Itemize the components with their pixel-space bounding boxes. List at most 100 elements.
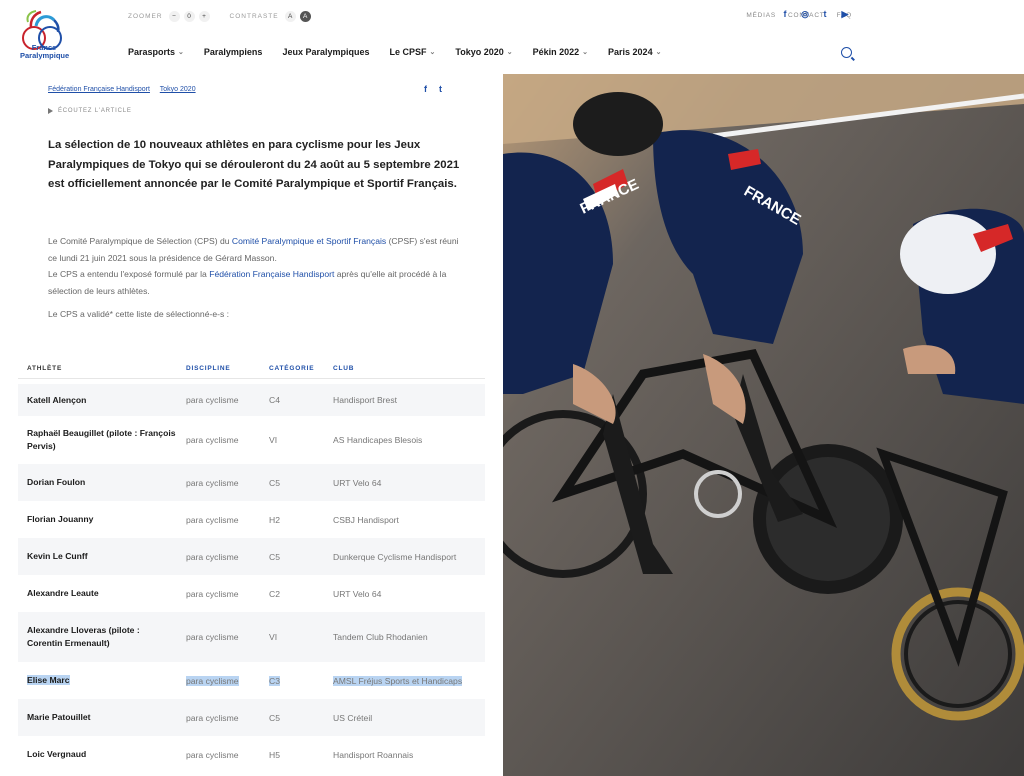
accessibility-bar: ZOOMER − 0 + CONTRASTE A A <box>128 11 315 22</box>
tag-ffh[interactable]: Fédération Française Handisport <box>48 86 150 93</box>
cell-category: H5 <box>269 749 280 760</box>
table-row: Alexandre Leaute para cyclisme C2 URT Ve… <box>18 575 485 612</box>
cell-club: URT Velo 64 <box>333 588 382 599</box>
contrast-label: CONTRASTE <box>229 13 279 20</box>
cell-category: VI <box>260 612 324 662</box>
article-lead: La sélection de 10 nouveaux athlètes en … <box>48 139 460 190</box>
cell-club: Handisport Roannais <box>333 749 414 760</box>
nav-parasports[interactable]: Parasports ⌄ <box>128 47 184 57</box>
nav-paris-2024[interactable]: Paris 2024 ⌄ <box>608 47 661 57</box>
table-row: Raphaël Beaugillet (pilote : François Pe… <box>18 416 485 464</box>
nav-tokyo-2020[interactable]: Tokyo 2020 ⌄ <box>455 47 512 57</box>
cell-category: C5 <box>260 699 324 736</box>
share-twitter-icon[interactable]: t <box>439 84 442 94</box>
chevron-down-icon: ⌄ <box>506 49 513 56</box>
site-logo[interactable]: France Paralympique <box>14 6 76 66</box>
table-row: Loic Vergnaud para cyclisme H5 Handispor… <box>18 736 485 773</box>
cell-category: H2 <box>269 514 280 525</box>
cell-athlete: Katell Alençon <box>18 384 177 416</box>
cell-discipline: para cyclisme <box>177 464 260 501</box>
article-column: Fédération Française Handisport Tokyo 20… <box>0 74 503 776</box>
contrast-dark-button[interactable]: A <box>299 11 311 22</box>
contrast-light-button[interactable]: A <box>284 11 296 22</box>
cell-club: URT Velo 64 <box>324 464 485 501</box>
text: Le CPS a entendu l'exposé formulé par la <box>48 269 210 280</box>
hero-photo-cyclists: FRANCE FRANCE <box>503 74 1024 776</box>
link-ffh[interactable]: Fédération Française Handisport <box>209 269 334 279</box>
cell-discipline: para cyclisme <box>177 538 260 575</box>
cell-club: AMSL Fréjus Sports et Handicaps <box>324 662 485 699</box>
selected-text: para cyclisme <box>186 675 239 686</box>
cell-discipline: para cyclisme <box>177 384 260 416</box>
selected-text: AMSL Fréjus Sports et Handicaps <box>333 675 463 686</box>
nav-pekin-2022[interactable]: Pékin 2022 ⌄ <box>533 47 588 57</box>
tag-tokyo-2020[interactable]: Tokyo 2020 <box>160 86 196 93</box>
nav-label: Le CPSF <box>389 47 427 57</box>
nav-label: Paris 2024 <box>608 47 653 57</box>
table-row-selected: Elise Marc para cyclisme C3 AMSL Fréjus … <box>18 662 485 699</box>
table-row: Kevin Le Cunff para cyclisme C5 Dunkerqu… <box>18 538 485 575</box>
paragraph-3: Le CPS a validé* cette liste de sélectio… <box>48 309 230 320</box>
link-medias[interactable]: MÉDIAS <box>746 12 776 19</box>
cell-discipline: para cyclisme <box>186 749 239 760</box>
listen-article-button[interactable]: ÉCOUTEZ L'ARTICLE <box>48 108 132 114</box>
youtube-icon[interactable]: ▶ <box>840 9 850 19</box>
cell-discipline: para cyclisme <box>177 612 260 662</box>
cell-club: Handisport Brest <box>324 384 485 416</box>
nav-label: Paralympiens <box>203 47 263 57</box>
table-row: Dorian Foulon para cyclisme C5 URT Velo … <box>18 464 485 501</box>
zoom-in-button[interactable]: + <box>198 11 210 22</box>
article-tags: Fédération Française Handisport Tokyo 20… <box>48 86 204 93</box>
nav-jeux-paralympiques[interactable]: Jeux Paralympiques <box>282 47 369 57</box>
site-header: France Paralympique ZOOMER − 0 + CONTRAS… <box>0 0 1024 74</box>
cell-category: C3 <box>260 662 324 699</box>
chevron-down-icon: ⌄ <box>429 49 436 56</box>
nav-label: Jeux Paralympiques <box>282 47 370 57</box>
cell-discipline: para cyclisme <box>186 588 239 599</box>
cell-club: Tandem Club Rhodanien <box>324 612 485 662</box>
cell-club: Dunkerque Cyclisme Handisport <box>324 538 485 575</box>
instagram-icon[interactable]: ◎ <box>800 9 810 19</box>
zoom-label: ZOOMER <box>128 13 163 20</box>
cell-category: C4 <box>260 384 324 416</box>
cell-club: CSBJ Handisport <box>333 514 399 525</box>
nav-label: Pékin 2022 <box>532 47 580 57</box>
cell-club: AS Handicapes Blesois <box>333 435 423 445</box>
selection-table: ATHLÈTE DISCIPLINE CATÉGORIE CLUB Katell… <box>18 358 485 773</box>
cell-athlete: Elise Marc <box>18 662 177 699</box>
nav-label: Parasports <box>128 47 176 57</box>
main-nav: Parasports ⌄ Paralympiens Jeux Paralympiq… <box>128 47 681 57</box>
table-row: Marie Patouillet para cyclisme C5 US Cré… <box>18 699 485 736</box>
link-cpsf[interactable]: Comité Paralympique et Sportif Français <box>232 236 386 246</box>
chevron-down-icon: ⌄ <box>582 49 589 56</box>
cell-athlete: Loic Vergnaud <box>27 749 87 759</box>
cell-athlete: Raphaël Beaugillet (pilote : François Pe… <box>27 428 176 451</box>
table-row: Alexandre Lloveras (pilote : Corentin Er… <box>18 612 485 662</box>
play-icon <box>48 108 53 114</box>
zoom-out-button[interactable]: − <box>168 11 180 22</box>
table-header-row: ATHLÈTE DISCIPLINE CATÉGORIE CLUB <box>18 358 485 379</box>
selected-text: C3 <box>269 675 280 686</box>
nav-le-cpsf[interactable]: Le CPSF ⌄ <box>389 47 435 57</box>
search-icon[interactable] <box>841 47 852 58</box>
share-facebook-icon[interactable]: f <box>424 84 427 94</box>
article-body: Le Comité Paralympique de Sélection (CPS… <box>48 233 468 323</box>
col-category[interactable]: CATÉGORIE <box>260 358 324 379</box>
social-links: f ◎ t ▶ <box>780 9 860 20</box>
table-row: Katell Alençon para cyclisme C4 Handispo… <box>18 384 485 416</box>
facebook-icon[interactable]: f <box>780 9 790 19</box>
cell-category: VI <box>269 435 278 445</box>
logo-line2: Paralympique <box>20 51 70 60</box>
cell-athlete: Dorian Foulon <box>18 464 177 501</box>
col-club[interactable]: CLUB <box>324 358 485 379</box>
nav-paralympiens[interactable]: Paralympiens <box>204 47 263 57</box>
cell-discipline: para cyclisme <box>177 662 260 699</box>
cell-athlete: Alexandre Leaute <box>27 588 99 598</box>
share-buttons: f t <box>424 84 454 94</box>
logo-text: France Paralympique <box>20 44 70 60</box>
col-discipline[interactable]: DISCIPLINE <box>177 358 260 379</box>
cell-category: C5 <box>260 538 324 575</box>
twitter-icon[interactable]: t <box>820 9 830 19</box>
cell-athlete: Florian Jouanny <box>27 514 94 524</box>
cell-category: C2 <box>269 588 280 599</box>
